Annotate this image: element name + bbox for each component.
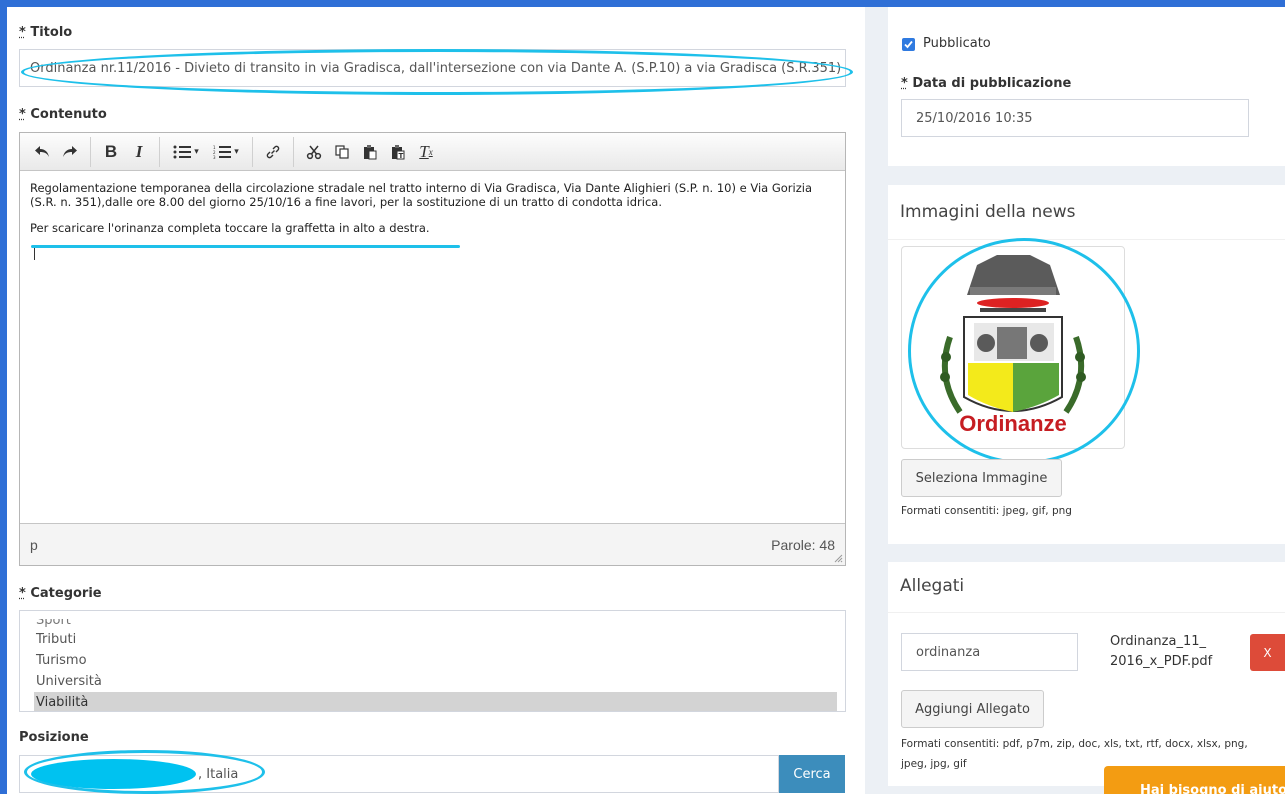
paste-text-icon[interactable]: T — [384, 138, 412, 166]
undo-icon[interactable] — [28, 138, 56, 166]
news-form: * Titolo Ordinanza nr.11/2016 - Divieto … — [7, 7, 865, 794]
attachments-card: Allegati ordinanza Ordinanza_11_ 2016_x_… — [888, 562, 1285, 786]
image-caption: Ordinanze — [959, 411, 1067, 436]
posizione-value: , Italia — [198, 766, 239, 782]
chevron-down-icon: ▾ — [234, 146, 239, 157]
list-item[interactable]: Tributi — [34, 629, 837, 650]
cut-icon[interactable] — [300, 138, 328, 166]
pubblicato-label[interactable]: Pubblicato — [923, 36, 991, 51]
link-icon[interactable] — [259, 138, 287, 166]
images-title: Immagini della news — [900, 202, 1076, 222]
chevron-down-icon: ▾ — [194, 146, 199, 157]
paste-icon[interactable] — [356, 138, 384, 166]
aggiungi-allegato-button[interactable]: Aggiungi Allegato — [901, 690, 1044, 728]
italic-icon[interactable]: I — [125, 138, 153, 166]
list-item[interactable]: Università — [34, 671, 837, 692]
element-path[interactable]: p — [30, 537, 38, 553]
svg-text:T: T — [399, 152, 404, 160]
categorie-select[interactable]: Sport Tributi Turismo Università Viabili… — [19, 610, 846, 712]
attachment-filename: Ordinanza_11_ 2016_x_PDF.pdf — [1110, 634, 1213, 669]
coat-of-arms-image: Ordinanze — [940, 255, 1086, 436]
bullet-list-icon[interactable]: ▾ — [166, 138, 206, 166]
cerca-button[interactable]: Cerca — [779, 755, 845, 793]
copy-icon[interactable] — [328, 138, 356, 166]
word-count: Parole: 48 — [771, 536, 835, 553]
numbered-list-icon[interactable]: 123 ▾ — [206, 138, 246, 166]
news-image[interactable]: Ordinanze — [901, 246, 1125, 449]
categorie-label: * Categorie — [19, 586, 102, 601]
pubblicato-checkbox[interactable] — [902, 38, 915, 51]
editor-content[interactable]: Regolamentazione temporanea della circol… — [20, 171, 845, 523]
text-cursor — [34, 247, 35, 260]
titolo-value: Ordinanza nr.11/2016 - Divieto di transi… — [30, 60, 842, 76]
redaction-blob — [31, 759, 196, 789]
resize-handle-icon[interactable] — [833, 553, 843, 563]
data-pubblicazione-input[interactable]: 25/10/2016 10:35 — [901, 99, 1249, 137]
check-icon — [904, 40, 913, 49]
attachment-name-value: ordinanza — [916, 644, 981, 660]
list-item[interactable]: Sport — [34, 619, 837, 629]
list-item[interactable]: Turismo — [34, 650, 837, 671]
remove-label: X — [1263, 645, 1272, 660]
svg-text:3: 3 — [213, 155, 216, 159]
images-formats: Formati consentiti: jpeg, gif, png — [901, 505, 1072, 517]
editor-paragraph: Regolamentazione temporanea della circol… — [30, 181, 812, 209]
redo-icon[interactable] — [56, 138, 84, 166]
publish-card: Pubblicato * Data di pubblicazione 25/10… — [888, 7, 1285, 166]
remove-attachment-button[interactable]: X — [1250, 634, 1285, 671]
attachments-title: Allegati — [900, 576, 965, 596]
images-card: Immagini della news Ordinanze Seleziona … — [888, 185, 1285, 544]
list-item-selected[interactable]: Viabilità — [34, 692, 837, 711]
titolo-label: * Titolo — [19, 25, 73, 40]
data-pubblicazione-label: * Data di pubblicazione — [901, 76, 1072, 91]
contenuto-label: * Contenuto — [19, 107, 107, 122]
help-button[interactable]: Hai bisogno di aiuto? — [1104, 766, 1285, 794]
attachment-name-input[interactable]: ordinanza — [901, 633, 1078, 671]
editor-toolbar: B I ▾ 123 ▾ T T x — [20, 133, 845, 171]
annotation-underline — [31, 245, 460, 248]
posizione-label: Posizione — [19, 730, 89, 745]
page-area: * Titolo Ordinanza nr.11/2016 - Divieto … — [7, 7, 1285, 794]
titolo-input[interactable]: Ordinanza nr.11/2016 - Divieto di transi… — [19, 49, 846, 87]
clear-format-icon[interactable]: Tx — [412, 138, 440, 166]
bold-icon[interactable]: B — [97, 138, 125, 166]
editor-paragraph: Per scaricare l'orinanza completa toccar… — [30, 221, 430, 235]
seleziona-immagine-button[interactable]: Seleziona Immagine — [901, 459, 1062, 497]
data-pubblicazione-value: 25/10/2016 10:35 — [916, 110, 1033, 126]
rich-text-editor[interactable]: B I ▾ 123 ▾ T T x Regolamentazione tempo… — [19, 132, 846, 566]
editor-statusbar: p Parole: 48 — [20, 523, 845, 565]
